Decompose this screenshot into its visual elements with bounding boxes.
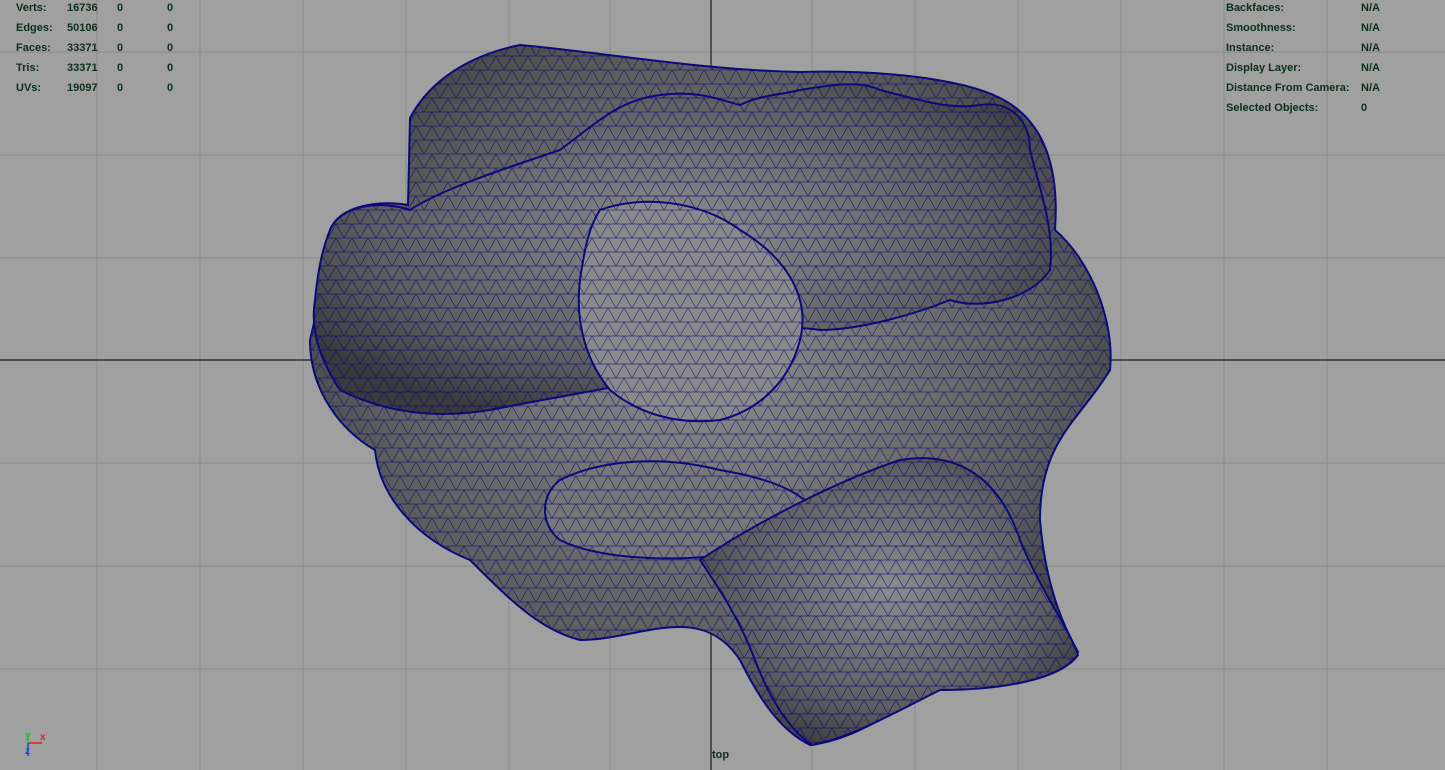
object-detail-label: Selected Objects: (1226, 102, 1319, 114)
object-detail-value: N/A (1361, 62, 1380, 74)
object-detail-value: N/A (1361, 82, 1380, 94)
poly-count-label: Verts: (16, 2, 47, 14)
axis-x-label: x (40, 732, 46, 743)
object-detail-row: Backfaces: N/A (1226, 0, 1445, 18)
poly-count-total: 33371 (67, 62, 98, 74)
axis-z-label: z (25, 746, 30, 757)
poly-count-selected: 0 (117, 62, 124, 74)
object-detail-value: N/A (1361, 2, 1380, 14)
poly-count-components: 0 (167, 42, 174, 54)
poly-count-label: UVs: (16, 82, 42, 94)
poly-count-row: UVs: 19097 0 0 (16, 78, 206, 98)
object-detail-row: Distance From Camera: N/A (1226, 78, 1445, 98)
object-detail-label: Backfaces: (1226, 2, 1285, 14)
object-detail-label: Display Layer: (1226, 62, 1302, 74)
poly-count-label: Faces: (16, 42, 51, 54)
poly-count-components: 0 (167, 2, 174, 14)
axis-y-label: y (25, 730, 31, 741)
poly-count-total: 50106 (67, 22, 98, 34)
poly-count-label: Edges: (16, 22, 53, 34)
object-detail-value: N/A (1361, 42, 1380, 54)
poly-count-components: 0 (167, 62, 174, 74)
viewport-top[interactable]: Verts: 16736 0 0 Edges: 50106 0 0 Faces: 33371 0 0 T… (0, 0, 1445, 770)
object-detail-row: Selected Objects: 0 (1226, 98, 1445, 118)
poly-count-total: 33371 (67, 42, 98, 54)
poly-count-selected: 0 (117, 82, 124, 94)
poly-count-selected: 0 (117, 2, 124, 14)
poly-count-hud: Verts: 16736 0 0 Edges: 50106 0 0 Faces: 33371 0 0 T… (16, 0, 206, 98)
poly-count-row: Edges: 50106 0 0 (16, 18, 206, 38)
object-detail-label: Distance From Camera: (1226, 82, 1350, 94)
poly-count-row: Tris: 33371 0 0 (16, 58, 206, 78)
object-detail-label: Smoothness: (1226, 22, 1296, 34)
axis-gizmo-lines (27, 734, 42, 756)
poly-count-total: 19097 (67, 82, 98, 94)
poly-count-components: 0 (167, 82, 174, 94)
object-detail-value: 0 (1361, 102, 1368, 114)
poly-count-label: Tris: (16, 62, 40, 74)
object-detail-label: Instance: (1226, 42, 1275, 54)
object-detail-row: Instance: N/A (1226, 38, 1445, 58)
object-detail-value: N/A (1361, 22, 1380, 34)
poly-count-row: Faces: 33371 0 0 (16, 38, 206, 58)
poly-count-selected: 0 (117, 42, 124, 54)
object-detail-row: Smoothness: N/A (1226, 18, 1445, 38)
camera-name-label: top (712, 749, 730, 761)
object-details-hud: Backfaces: N/A Smoothness: N/A Instance: N/A D… (1226, 0, 1445, 118)
object-detail-row: Display Layer: N/A (1226, 58, 1445, 78)
poly-count-selected: 0 (117, 22, 124, 34)
poly-count-components: 0 (167, 22, 174, 34)
poly-count-total: 16736 (67, 2, 98, 14)
poly-count-row: Verts: 16736 0 0 (16, 0, 206, 18)
